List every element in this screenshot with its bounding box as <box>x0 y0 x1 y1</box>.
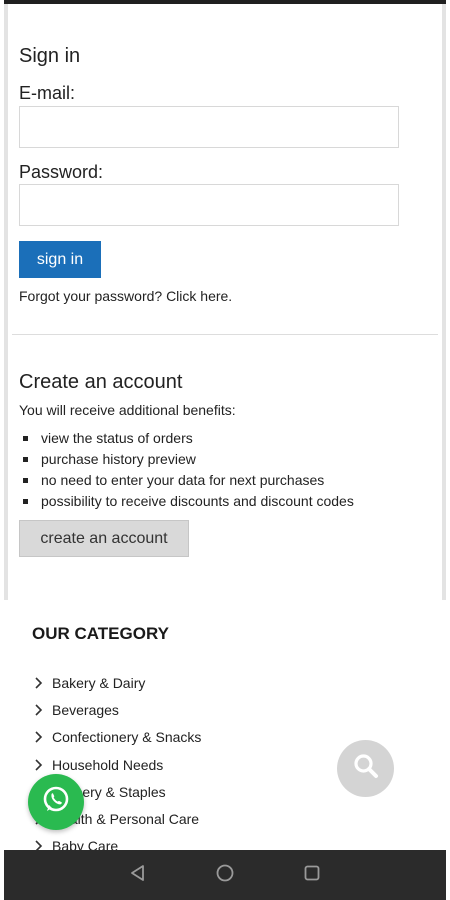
forgot-password-link[interactable]: Forgot your password? Click here. <box>19 288 232 304</box>
category-label: Bakery & Dairy <box>52 674 146 691</box>
chevron-right-icon <box>34 731 52 743</box>
nav-home-button[interactable] <box>210 860 240 890</box>
nav-recents-button[interactable] <box>297 860 327 890</box>
password-label: Password: <box>19 162 104 182</box>
category-item-beverages[interactable]: Beverages <box>34 696 201 723</box>
category-item-bakery-dairy[interactable]: Bakery & Dairy <box>34 669 201 696</box>
email-label: E-mail: <box>19 83 76 103</box>
create-account-button[interactable]: create an account <box>19 520 189 557</box>
category-label: Beverages <box>52 701 119 718</box>
nav-back-button[interactable] <box>123 860 153 890</box>
signin-title: Sign in <box>19 45 81 67</box>
chevron-right-icon <box>34 758 52 771</box>
category-list: Bakery & Dairy Beverages Confectionery &… <box>34 669 201 860</box>
benefit-item: possibility to receive discounts and dis… <box>19 491 354 512</box>
section-divider <box>12 334 438 335</box>
benefits-list: view the status of orders purchase histo… <box>19 428 354 512</box>
benefit-item: purchase history preview <box>19 449 354 470</box>
recents-square-icon <box>303 864 321 887</box>
benefit-item: view the status of orders <box>19 428 354 449</box>
create-account-title: Create an account <box>19 371 183 393</box>
benefits-intro: You will receive additional benefits: <box>19 402 236 418</box>
home-circle-icon <box>215 863 235 888</box>
whatsapp-button[interactable] <box>28 774 84 830</box>
account-panel: Sign in E-mail: Password: sign in Forgot… <box>4 4 446 600</box>
signin-button[interactable]: sign in <box>19 241 101 278</box>
whatsapp-icon <box>40 784 72 821</box>
chevron-right-icon <box>34 704 52 716</box>
search-icon <box>352 752 380 785</box>
category-label: Household Needs <box>52 756 164 773</box>
chevron-right-icon <box>34 677 52 689</box>
category-label: Confectionery & Snacks <box>52 729 202 746</box>
password-input[interactable] <box>19 184 399 226</box>
search-button[interactable] <box>337 740 394 797</box>
benefit-item: no need to enter your data for next purc… <box>19 470 354 491</box>
back-triangle-icon <box>129 864 147 887</box>
system-nav-bar <box>4 850 446 900</box>
category-title: OUR CATEGORY <box>32 624 169 643</box>
category-item-confectionery-snacks[interactable]: Confectionery & Snacks <box>34 724 201 751</box>
email-input[interactable] <box>19 106 399 148</box>
